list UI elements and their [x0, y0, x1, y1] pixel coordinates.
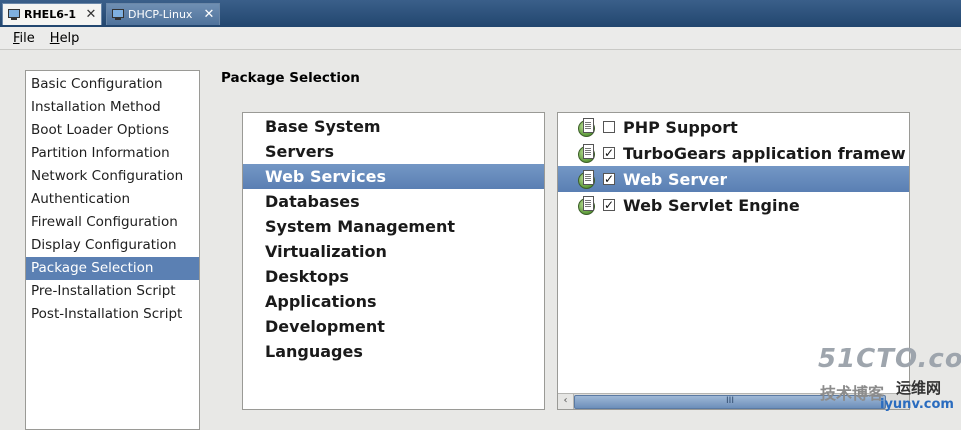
menu-help-mnemonic: H: [49, 30, 60, 46]
sidebar-item-partition-information[interactable]: Partition Information: [26, 142, 199, 165]
package-name: Web Servlet Engine: [623, 195, 800, 215]
menu-help[interactable]: Help: [50, 31, 80, 46]
package-icon: [578, 196, 596, 215]
package-icon: [578, 118, 596, 137]
group-item-languages[interactable]: Languages: [243, 339, 544, 364]
group-item-desktops[interactable]: Desktops: [243, 264, 544, 289]
package-name: Web Server: [623, 169, 728, 189]
tab-strip: RHEL6-1 ✕ DHCP-Linux ✕: [0, 0, 961, 27]
tab-dhcp-linux[interactable]: DHCP-Linux ✕: [106, 3, 220, 25]
group-item-base-system[interactable]: Base System: [243, 114, 544, 139]
package-checkbox[interactable]: ✓: [603, 199, 615, 211]
package-icon: [578, 170, 596, 189]
watermark-site: iyunv.com: [880, 397, 954, 412]
sidebar-item-authentication[interactable]: Authentication: [26, 188, 199, 211]
package-checkbox[interactable]: ✓: [603, 147, 615, 159]
group-item-development[interactable]: Development: [243, 314, 544, 339]
close-icon[interactable]: ✕: [84, 7, 98, 22]
group-item-databases[interactable]: Databases: [243, 189, 544, 214]
package-checkbox[interactable]: ✓: [603, 173, 615, 185]
group-item-virtualization[interactable]: Virtualization: [243, 239, 544, 264]
menu-file-label-rest: ile: [19, 30, 35, 46]
vm-icon: [7, 8, 20, 21]
group-item-applications[interactable]: Applications: [243, 289, 544, 314]
watermark-ops: 运维网: [896, 379, 942, 397]
package-icon: [578, 144, 596, 163]
package-row[interactable]: PHP Support: [558, 114, 909, 140]
sidebar-item-post-installation-script[interactable]: Post-Installation Script: [26, 303, 199, 326]
watermark-sub: 技术博客: [820, 384, 885, 403]
package-row[interactable]: ✓ TurboGears application framew: [558, 140, 909, 166]
tab-label: DHCP-Linux: [128, 8, 193, 21]
menu-help-label-rest: elp: [59, 30, 80, 46]
package-checkbox[interactable]: [603, 121, 615, 133]
sidebar-item-basic-configuration[interactable]: Basic Configuration: [26, 73, 199, 96]
watermark-logo: 51CTO.com: [818, 344, 961, 374]
page-title: Package Selection: [221, 70, 360, 86]
tab-label: RHEL6-1: [24, 8, 77, 21]
scroll-left-icon[interactable]: ‹: [558, 394, 574, 409]
package-row[interactable]: ✓ Web Servlet Engine: [558, 192, 909, 218]
vm-icon: [111, 8, 124, 21]
package-name: TurboGears application framew: [623, 143, 906, 163]
tab-rhel6-1[interactable]: RHEL6-1 ✕: [2, 3, 102, 25]
package-row[interactable]: ✓ Web Server: [558, 166, 909, 192]
sidebar-item-firewall-configuration[interactable]: Firewall Configuration: [26, 211, 199, 234]
sidebar-item-display-configuration[interactable]: Display Configuration: [26, 234, 199, 257]
sidebar-item-installation-method[interactable]: Installation Method: [26, 96, 199, 119]
config-nav-list: Basic Configuration Installation Method Bo…: [25, 70, 200, 430]
group-item-system-management[interactable]: System Management: [243, 214, 544, 239]
menu-bar: File Help: [0, 27, 961, 50]
package-name: PHP Support: [623, 117, 738, 137]
close-icon[interactable]: ✕: [202, 7, 216, 22]
package-group-list: Base System Servers Web Services Databases S…: [242, 112, 545, 410]
group-item-servers[interactable]: Servers: [243, 139, 544, 164]
sidebar-item-package-selection[interactable]: Package Selection: [26, 257, 199, 280]
group-item-web-services[interactable]: Web Services: [243, 164, 544, 189]
sidebar-item-network-configuration[interactable]: Network Configuration: [26, 165, 199, 188]
menu-file[interactable]: File: [13, 31, 35, 46]
sidebar-item-boot-loader-options[interactable]: Boot Loader Options: [26, 119, 199, 142]
sidebar-item-pre-installation-script[interactable]: Pre-Installation Script: [26, 280, 199, 303]
